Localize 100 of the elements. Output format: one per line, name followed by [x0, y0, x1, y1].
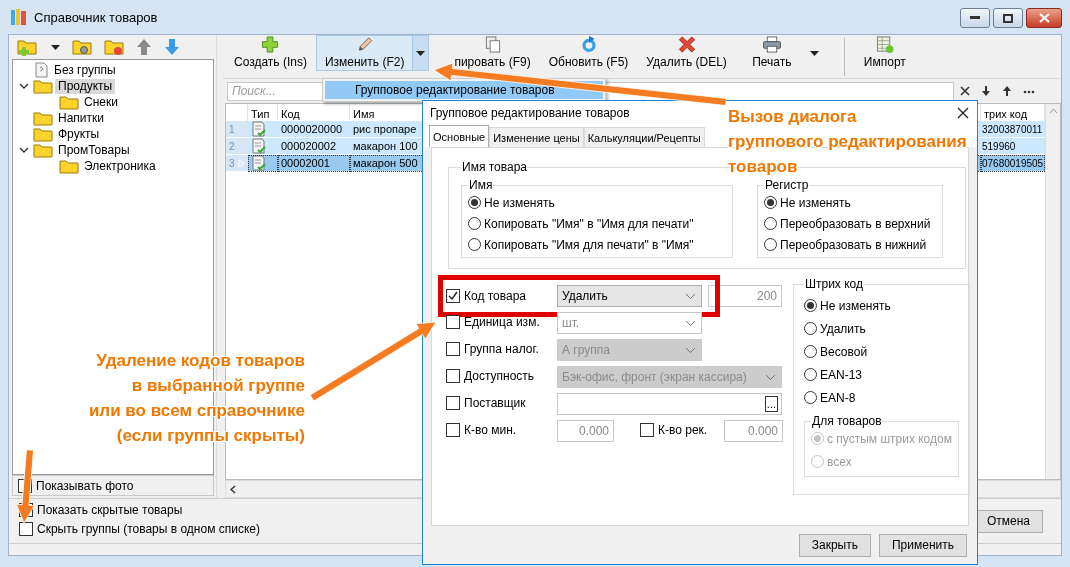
chevron-icon[interactable]: [19, 145, 29, 155]
radio-button[interactable]: Не изменять: [764, 194, 936, 211]
caret-icon: [810, 50, 820, 56]
table-plus-icon: [875, 36, 894, 53]
question-document-icon: [33, 62, 49, 78]
radio-button[interactable]: Не изменять: [804, 297, 959, 314]
dialog-button[interactable]: Применить: [879, 533, 967, 557]
annotation-text: товаров: [728, 156, 798, 178]
tree-item[interactable]: Фрукты: [55, 126, 103, 142]
row-number: 2: [226, 138, 248, 155]
input-field[interactable]: 0.000: [557, 420, 614, 442]
checkbox[interactable]: К-во рек.: [640, 422, 708, 437]
folder-gear-icon[interactable]: [72, 38, 92, 56]
folder-icon: [33, 110, 53, 126]
annotation-text: (если группы скрыты): [116, 425, 305, 447]
folder-icon: [59, 158, 79, 174]
table-cell: 32003870011: [981, 121, 1045, 138]
browse-button[interactable]: ...: [764, 396, 778, 412]
chevron-down-icon: [765, 373, 776, 381]
checkbox[interactable]: Код товара: [446, 288, 527, 303]
annotation-text: группового редактирования: [728, 131, 967, 153]
input-field[interactable]: ...: [557, 393, 782, 415]
radio-button[interactable]: Копировать "Имя для печати" в "Имя": [468, 236, 726, 253]
radio-button[interactable]: Переобразовать в верхний: [764, 215, 936, 232]
group-title: Штрих код: [804, 277, 864, 291]
tab[interactable]: Изменение цены: [489, 127, 584, 147]
annotation-text: в выбранной группе: [131, 375, 305, 397]
tab[interactable]: Калькуляции/Рецепты: [583, 127, 705, 147]
table-cell: 000020002: [278, 138, 350, 155]
annotation-text: Вызов диалога: [728, 106, 857, 128]
close-icon[interactable]: [957, 107, 969, 119]
radio-button[interactable]: Не изменять: [468, 194, 726, 211]
toolbar-button[interactable]: Импорт: [849, 36, 920, 70]
tree-item[interactable]: Напитки: [55, 110, 107, 126]
window-title: Справочник товаров: [34, 9, 159, 25]
close-button[interactable]: [1026, 8, 1062, 28]
group-title: Регистр: [764, 178, 810, 192]
tree-item[interactable]: Без группы: [51, 62, 119, 78]
folder-icon: [33, 142, 53, 158]
checkbox[interactable]: Скрыть группы (товары в одном списке): [19, 522, 260, 536]
caret-icon: [416, 50, 426, 56]
row-number: 1: [226, 121, 248, 138]
cross-icon: [677, 36, 696, 53]
toolbar-button[interactable]: Обновить (F5): [540, 36, 637, 70]
books-icon: [10, 8, 28, 26]
chevron-down-icon: [685, 346, 696, 354]
input-field[interactable]: 0.000: [724, 420, 783, 442]
clear-icon[interactable]: [960, 86, 970, 96]
tree-item[interactable]: ПромТовары: [55, 142, 133, 158]
checkbox[interactable]: Единица изм.: [446, 314, 540, 329]
radio-button[interactable]: Переобразовать в нижний: [764, 236, 936, 253]
checkbox[interactable]: Поставщик: [446, 395, 526, 410]
checkbox[interactable]: К-во мин.: [446, 422, 517, 437]
tree-item[interactable]: Продукты: [55, 78, 116, 94]
chevron-icon[interactable]: [19, 81, 29, 91]
folder-delete-icon[interactable]: [104, 38, 124, 56]
dropdown-field[interactable]: Удалить: [557, 285, 702, 307]
toolbar-button[interactable]: Удалить (DEL): [638, 36, 735, 70]
group-title: Для товаров: [811, 414, 883, 428]
table-cell: макарон 100: [350, 138, 424, 155]
dropdown-button[interactable]: [412, 36, 429, 70]
arrow-up-icon[interactable]: [1002, 86, 1012, 96]
table-cell: 07680019505: [981, 155, 1045, 172]
radio-button[interactable]: Копировать "Имя" в "Имя для печати": [468, 215, 726, 232]
group-title: Имя: [468, 178, 494, 192]
chevron-down-icon: [685, 292, 696, 300]
annotation-text: Удаление кодов товаров: [96, 350, 305, 372]
folder-icon: [33, 78, 53, 94]
toolbar-button[interactable]: Создать (Ins): [226, 36, 315, 70]
radio-button[interactable]: EAN-8: [804, 389, 959, 406]
annotation-text: или во всем справочнике: [88, 400, 305, 422]
plus-icon: [261, 36, 280, 53]
input-field[interactable]: 200: [708, 285, 782, 307]
tree-item[interactable]: Снеки: [81, 94, 121, 110]
table-cell: 519960: [981, 138, 1045, 155]
close-icon: [1038, 13, 1050, 23]
minimize-icon: [970, 16, 980, 20]
row-number: 3: [226, 155, 248, 172]
tree-item[interactable]: Электроника: [81, 158, 159, 174]
checkmark-icon: [448, 290, 458, 301]
tab[interactable]: Основные: [429, 125, 490, 147]
toolbar-button[interactable]: Печать: [736, 36, 807, 70]
table-cell: макарон 500: [350, 155, 424, 172]
dropdown-field[interactable]: шт.: [557, 312, 702, 334]
radio-button[interactable]: Весовой: [804, 343, 959, 360]
scroll-left-icon[interactable]: [230, 484, 236, 494]
dialog-button[interactable]: Закрыть: [798, 533, 871, 557]
table-cell: 00002001: [278, 155, 350, 172]
group-title: Имя товара: [461, 160, 528, 174]
table-cell: рис пропаре: [350, 121, 424, 138]
arrow-down-icon[interactable]: [981, 86, 991, 96]
printer-icon: [761, 36, 782, 53]
folder-icon: [33, 126, 53, 142]
radio-button[interactable]: Удалить: [804, 320, 959, 337]
dialog-title: Групповое редактирование товаров: [430, 106, 630, 120]
minimize-button[interactable]: [960, 8, 990, 28]
table-cell: 0000020000: [278, 121, 350, 138]
radio-button[interactable]: EAN-13: [804, 366, 959, 383]
row-pointer-icon: [237, 158, 245, 168]
maximize-button[interactable]: [993, 8, 1023, 28]
